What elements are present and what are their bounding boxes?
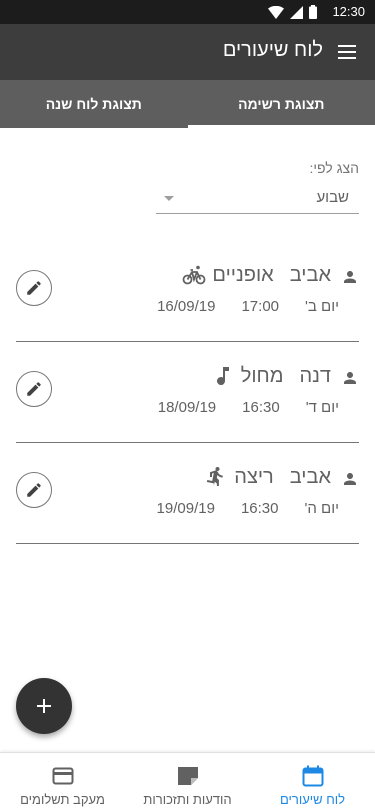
lesson-item[interactable]: אביב ריצה יום ה' 16:30 19/09/19 (16, 454, 359, 544)
edit-button[interactable] (16, 472, 52, 508)
lesson-schedule-row: יום ה' 16:30 19/09/19 (157, 500, 339, 517)
calendar-icon (301, 764, 325, 788)
signal-icon (290, 5, 303, 19)
bottom-navigation: לוח שיעורים הודעות ותזכורות מעקב תשלומים (0, 752, 375, 812)
lesson-day: יום ה' (304, 500, 339, 517)
nav-payment-tracking[interactable]: מעקב תשלומים (0, 753, 125, 812)
running-icon (204, 465, 228, 489)
person-icon (344, 372, 356, 384)
nav-label: לוח שיעורים (279, 792, 346, 807)
tab-label: תצוגת רשימה (238, 96, 325, 112)
lesson-item[interactable]: דנה מחול יום ד' 16:30 18/09/19 (16, 353, 359, 443)
period-select[interactable]: שבוע (156, 184, 359, 214)
status-icons (268, 5, 317, 19)
student-name: אביב (289, 465, 331, 488)
person-icon (344, 271, 356, 283)
period-select-value: שבוע (316, 189, 349, 206)
edit-button[interactable] (16, 270, 52, 306)
lesson-date: 18/09/19 (157, 399, 217, 416)
edit-button[interactable] (16, 371, 52, 407)
lesson-schedule-row: יום ד' 16:30 18/09/19 (158, 399, 339, 416)
plus-icon (37, 699, 51, 713)
view-tabs: תצוגת רשימה תצוגת לוח שנה (0, 80, 375, 128)
add-lesson-button[interactable] (16, 678, 72, 734)
lesson-name: מחול (240, 364, 284, 387)
status-time: 12:30 (332, 4, 365, 19)
lesson-time: 17:00 (241, 298, 280, 315)
student-name: אביב (289, 263, 331, 286)
lesson-time: 16:30 (240, 500, 279, 517)
lesson-title-row: אביב אופניים (182, 263, 331, 287)
lesson-title-row: אביב ריצה (204, 465, 331, 489)
nav-lesson-schedule[interactable]: לוח שיעורים (250, 753, 375, 812)
page-title: לוח שיעורים (222, 39, 323, 61)
nav-messages-reminders[interactable]: הודעות ותזכורות (125, 753, 250, 812)
tab-list-view[interactable]: תצוגת רשימה (187, 80, 375, 128)
pencil-icon (27, 281, 41, 295)
lesson-day: יום ב' (305, 298, 339, 315)
menu-icon (338, 45, 356, 59)
nav-label: הודעות ותזכורות (143, 792, 232, 807)
lesson-date: 16/09/19 (157, 298, 216, 315)
lesson-name: ריצה (234, 465, 274, 488)
lesson-schedule-row: יום ב' 17:00 16/09/19 (157, 298, 339, 315)
tab-calendar-view[interactable]: תצוגת לוח שנה (0, 80, 188, 128)
lesson-date: 19/09/19 (156, 500, 215, 517)
status-bar: 12:30 (0, 0, 375, 24)
menu-button[interactable] (331, 36, 363, 68)
lesson-day: יום ד' (305, 399, 339, 416)
tab-label: תצוגת לוח שנה (45, 96, 142, 112)
battery-icon (309, 5, 317, 19)
lesson-time: 16:30 (242, 399, 280, 416)
pencil-icon (27, 483, 41, 497)
lesson-name: אופניים (212, 263, 274, 286)
lesson-item[interactable]: אביב אופניים יום ב' 17:00 16/09/19 (16, 252, 359, 342)
lesson-title-row: דנה מחול (211, 364, 331, 388)
student-name: דנה (299, 364, 331, 387)
pencil-icon (27, 382, 41, 396)
view-filter: הצג לפי: שבוע (156, 160, 359, 214)
bike-icon (182, 263, 206, 287)
filter-label: הצג לפי: (309, 160, 359, 176)
nav-label: מעקב תשלומים (20, 792, 105, 807)
person-icon (344, 473, 356, 485)
dropdown-arrow-icon (164, 196, 174, 201)
music-note-icon (211, 364, 235, 388)
wifi-icon (268, 5, 284, 19)
credit-card-icon (51, 764, 75, 788)
note-icon (176, 764, 200, 788)
app-bar: לוח שיעורים (0, 24, 375, 80)
